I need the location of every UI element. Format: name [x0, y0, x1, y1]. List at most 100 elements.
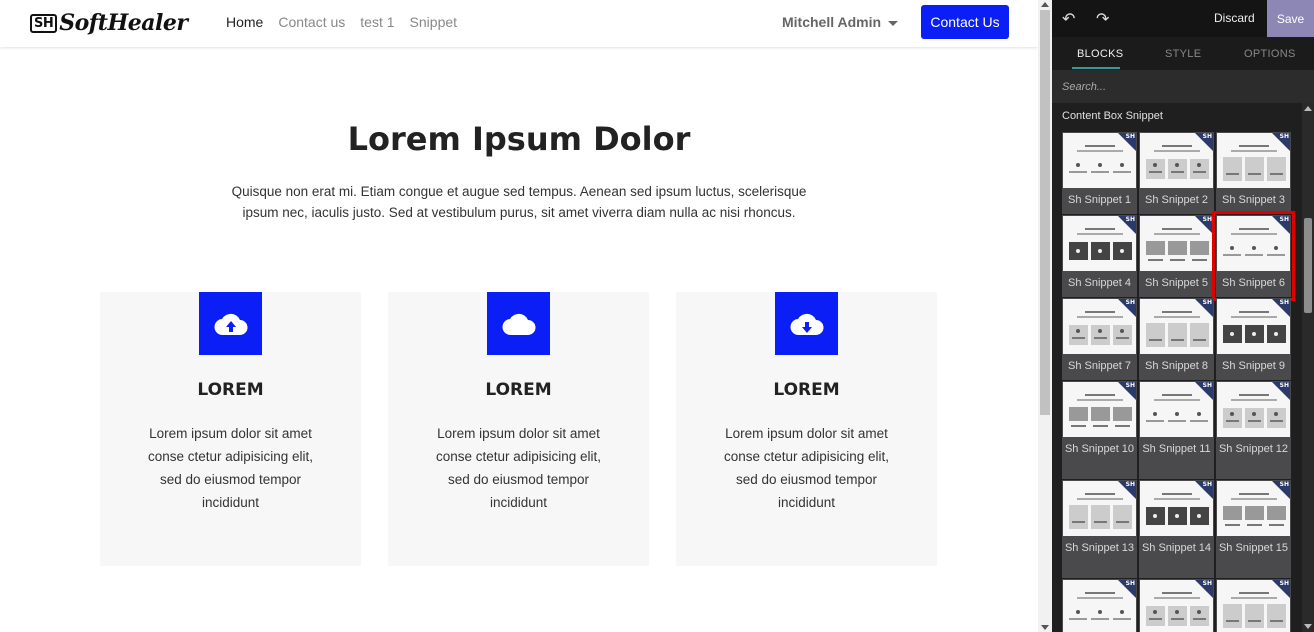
snippet-label: Sh Snippet 7: [1068, 360, 1131, 372]
scroll-down-icon[interactable]: [1041, 625, 1049, 630]
user-menu[interactable]: Mitchell Admin: [782, 14, 899, 30]
sh-badge-text: SH: [1125, 216, 1135, 223]
sh-badge-text: SH: [1125, 580, 1135, 587]
snippet-thumbnail: SH: [1063, 580, 1136, 632]
snippet-thumbnail: SH: [1140, 580, 1213, 632]
sh-badge-text: SH: [1202, 133, 1212, 140]
snippet-thumbnail: SH: [1217, 216, 1290, 271]
snippet-label: Sh Snippet 3: [1222, 194, 1285, 206]
sh-badge-text: SH: [1125, 481, 1135, 488]
snippet-label: Sh Snippet 15: [1218, 542, 1289, 554]
sh-badge-text: SH: [1279, 133, 1289, 140]
snippet-tile[interactable]: SH Sh Snippet 10: [1062, 381, 1137, 479]
nav-link-contact[interactable]: Contact us: [278, 14, 345, 30]
snippet-label: Sh Snippet 8: [1145, 360, 1208, 372]
editor-panel: ↶ ↷ Discard Save BLOCKS STYLE OPTIONS Co…: [1052, 0, 1314, 632]
nav-link-home[interactable]: Home: [226, 14, 263, 30]
panel-scrollbar[interactable]: [1302, 103, 1314, 632]
cloud-download-icon: [775, 292, 838, 355]
scrollbar-thumb[interactable]: [1040, 10, 1050, 415]
snippet-tile[interactable]: SH Sh Snippet 2: [1139, 132, 1214, 214]
snippet-thumbnail: SH: [1063, 382, 1136, 437]
nav-link-test1[interactable]: test 1: [360, 14, 394, 30]
snippet-tile[interactable]: SH: [1139, 579, 1214, 632]
snippet-tile[interactable]: SH Sh Snippet 14: [1139, 480, 1214, 578]
snippet-label: Sh Snippet 1: [1068, 194, 1131, 206]
snippet-thumbnail: SH: [1063, 481, 1136, 536]
snippet-label: Sh Snippet 10: [1064, 443, 1135, 455]
contact-us-button[interactable]: Contact Us: [921, 5, 1009, 39]
card-text: Lorem ipsum dolor sit amet conse ctetur …: [435, 426, 602, 510]
cloud-upload-icon: [199, 292, 262, 355]
card-text: Lorem ipsum dolor sit amet conse ctetur …: [147, 426, 314, 510]
snippet-label: Sh Snippet 14: [1141, 542, 1212, 554]
snippet-thumbnail: SH: [1217, 481, 1290, 536]
snippet-tile[interactable]: SH Sh Snippet 3: [1216, 132, 1291, 214]
sh-badge-text: SH: [1279, 216, 1289, 223]
snippet-thumbnail: SH: [1063, 133, 1136, 188]
snippet-tile[interactable]: SH: [1216, 579, 1291, 632]
snippet-thumbnail: SH: [1140, 299, 1213, 354]
tab-options[interactable]: OPTIONS: [1244, 48, 1296, 60]
tab-style[interactable]: STYLE: [1165, 48, 1201, 60]
editor-topbar: ↶ ↷ Discard Save: [1052, 0, 1314, 37]
scroll-down-icon[interactable]: [1304, 624, 1312, 629]
snippet-tile[interactable]: SH: [1062, 579, 1137, 632]
snippet-tile[interactable]: SH Sh Snippet 6: [1212, 211, 1295, 301]
snippet-label: Sh Snippet 5: [1145, 277, 1208, 289]
scroll-up-icon[interactable]: [1304, 106, 1312, 111]
scroll-up-icon[interactable]: [1041, 2, 1049, 7]
section-label: Content Box Snippet: [1062, 110, 1163, 122]
save-button[interactable]: Save: [1267, 0, 1314, 37]
page-title: Lorem Ipsum Dolor: [347, 120, 691, 158]
snippet-thumbnail: SH: [1217, 580, 1290, 632]
sh-badge-text: SH: [1125, 133, 1135, 140]
snippet-thumbnail: SH: [1217, 133, 1290, 188]
snippet-thumbnail: SH: [1140, 382, 1213, 437]
brand-logo[interactable]: SH SoftHealer: [30, 10, 188, 36]
snippet-thumbnail: SH: [1140, 481, 1213, 536]
snippet-tile[interactable]: SH Sh Snippet 11: [1139, 381, 1214, 479]
snippet-tile[interactable]: SH Sh Snippet 15: [1216, 480, 1291, 578]
snippet-thumbnail: SH: [1063, 299, 1136, 354]
snippet-search-input[interactable]: [1052, 70, 1314, 103]
snippet-tile[interactable]: SH Sh Snippet 5: [1139, 215, 1214, 297]
website-preview: SH SoftHealer Home Contact us test 1 Snip…: [0, 0, 1038, 632]
sh-badge-text: SH: [1202, 299, 1212, 306]
redo-icon[interactable]: ↷: [1096, 9, 1109, 29]
sh-badge-text: SH: [1202, 216, 1212, 223]
scrollbar-thumb[interactable]: [1304, 218, 1312, 313]
user-name: Mitchell Admin: [782, 14, 882, 30]
sh-badge-text: SH: [1279, 580, 1289, 587]
snippet-tile[interactable]: SH Sh Snippet 4: [1062, 215, 1137, 297]
nav-link-snippet[interactable]: Snippet: [410, 14, 457, 30]
sh-badge-text: SH: [1279, 299, 1289, 306]
sh-badge-text: SH: [1279, 481, 1289, 488]
page-scrollbar[interactable]: [1038, 0, 1052, 632]
snippet-label: Sh Snippet 13: [1064, 542, 1135, 554]
snippet-tile[interactable]: SH Sh Snippet 1: [1062, 132, 1137, 214]
snippet-tile[interactable]: SH Sh Snippet 13: [1062, 480, 1137, 578]
page-description: Quisque non erat mi. Etiam congue et aug…: [231, 184, 807, 220]
sh-badge-text: SH: [1202, 382, 1212, 389]
active-tab-indicator: [1072, 67, 1120, 69]
snippet-tile[interactable]: SH Sh Snippet 9: [1216, 298, 1291, 380]
snippet-thumbnail: SH: [1217, 299, 1290, 354]
snippet-label: Sh Snippet 2: [1145, 194, 1208, 206]
feature-card: LOREM Lorem ipsum dolor sit amet conse c…: [388, 292, 649, 566]
snippet-tile[interactable]: SH Sh Snippet 7: [1062, 298, 1137, 380]
caret-down-icon: [888, 20, 899, 26]
snippet-tile[interactable]: SH Sh Snippet 8: [1139, 298, 1214, 380]
feature-card: LOREM Lorem ipsum dolor sit amet conse c…: [100, 292, 361, 566]
snippet-label: Sh Snippet 9: [1222, 360, 1285, 372]
snippet-tile[interactable]: SH Sh Snippet 12: [1216, 381, 1291, 479]
sh-badge-text: SH: [1125, 382, 1135, 389]
snippet-thumbnail: SH: [1140, 133, 1213, 188]
snippet-thumbnail: SH: [1063, 216, 1136, 271]
tab-blocks[interactable]: BLOCKS: [1077, 48, 1123, 60]
card-title: LOREM: [485, 380, 552, 400]
discard-button[interactable]: Discard: [1214, 11, 1255, 25]
undo-icon[interactable]: ↶: [1062, 9, 1075, 29]
nav-links: Home Contact us test 1 Snippet: [226, 14, 457, 30]
brand-name: SoftHealer: [59, 10, 188, 36]
